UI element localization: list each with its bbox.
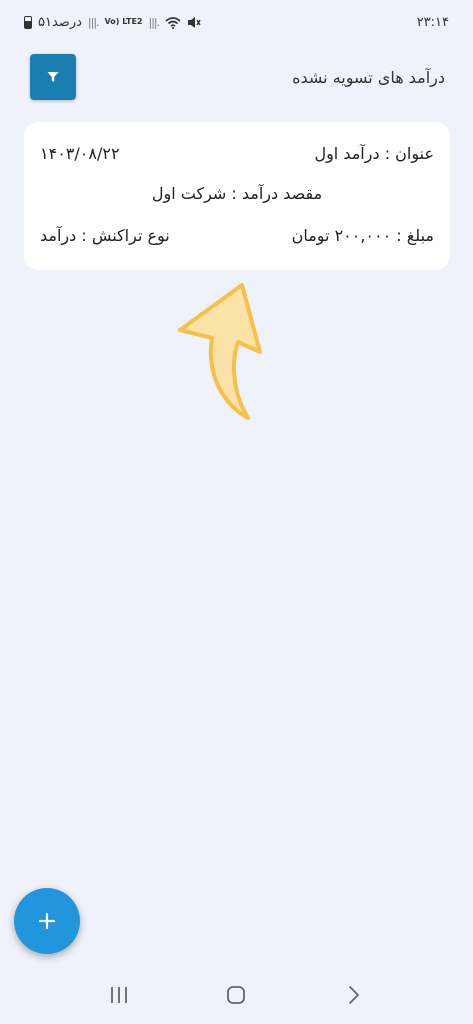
card-title: عنوان : درآمد اول — [314, 144, 434, 163]
card-date: ۱۴۰۳/۰۸/۲۲ — [40, 144, 120, 163]
home-icon — [227, 986, 246, 1004]
page-title: درآمد های تسویه نشده — [292, 67, 445, 87]
signal-icon: |||. — [87, 15, 100, 29]
network-label: Vo) LTE2 — [104, 17, 143, 26]
status-bar: ۵۱درصد |||. Vo) LTE2 |||. ۲۳:۱۴ — [0, 0, 473, 44]
battery-icon — [24, 15, 32, 29]
filter-icon — [47, 72, 59, 82]
card-row-title: عنوان : درآمد اول ۱۴۰۳/۰۸/۲۲ — [40, 144, 434, 163]
header: درآمد های تسویه نشده — [0, 50, 473, 104]
card-amount: مبلغ : ۲۰۰,۰۰۰ تومان — [291, 226, 434, 245]
plus-icon — [39, 913, 55, 929]
clock: ۲۳:۱۴ — [416, 14, 449, 30]
back-button[interactable] — [334, 975, 374, 1015]
home-button[interactable] — [216, 975, 256, 1015]
mute-icon — [188, 16, 201, 28]
add-button[interactable] — [14, 888, 80, 954]
filter-button[interactable] — [30, 54, 76, 100]
card-destination: مقصد درآمد : شرکت اول — [151, 184, 323, 203]
back-icon — [349, 986, 360, 1004]
arrow-annotation-icon — [178, 283, 262, 420]
navigation-bar — [0, 966, 473, 1024]
transaction-card[interactable]: عنوان : درآمد اول ۱۴۰۳/۰۸/۲۲ مقصد درآمد … — [24, 122, 450, 270]
battery-text: ۵۱درصد — [38, 14, 82, 30]
card-row-amount: مبلغ : ۲۰۰,۰۰۰ تومان نوع تراکنش : درآمد — [40, 226, 434, 245]
status-left: ۵۱درصد |||. Vo) LTE2 |||. — [24, 15, 201, 30]
card-transaction-type: نوع تراکنش : درآمد — [40, 226, 170, 245]
card-row-destination: مقصد درآمد : شرکت اول — [40, 184, 434, 203]
recent-apps-icon — [110, 987, 127, 1003]
signal-icon-2: |||. — [148, 15, 160, 29]
wifi-icon — [165, 16, 181, 29]
recent-apps-button[interactable] — [99, 975, 139, 1015]
